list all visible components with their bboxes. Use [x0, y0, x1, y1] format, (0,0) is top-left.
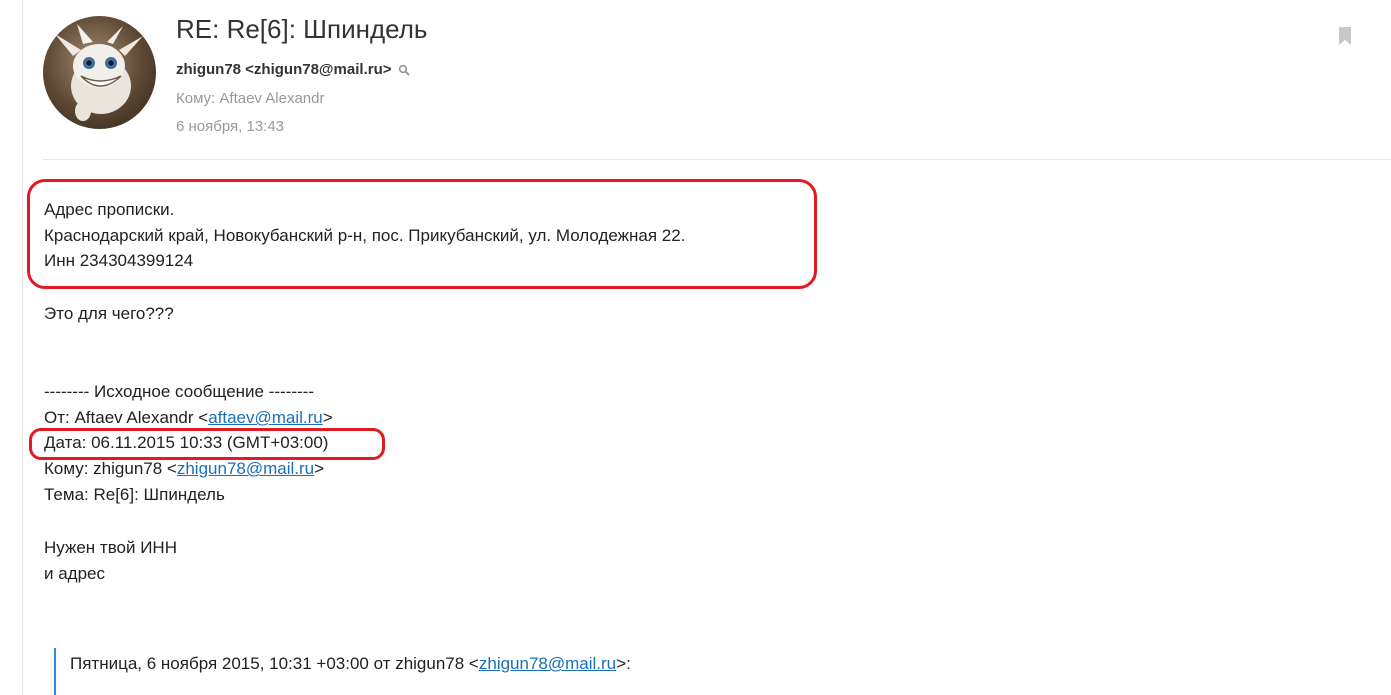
original-date-line: Дата: 06.11.2015 10:33 (GMT+03:00) [44, 433, 329, 452]
search-icon[interactable] [398, 64, 410, 76]
request-line-1: Нужен твой ИНН [44, 538, 177, 557]
to-suffix: > [314, 459, 325, 478]
message-header: RE: Re[6]: Шпиндель zhigun78 <zhigun78@m… [0, 0, 1391, 160]
from-email-link[interactable]: aftaev@mail.ru [208, 408, 323, 427]
message-subject: RE: Re[6]: Шпиндель [176, 14, 428, 44]
message-date: 6 ноября, 13:43 [176, 118, 285, 135]
to-prefix: Кому: zhigun78 < [44, 459, 177, 478]
inn-line: Инн 234304399124 [44, 251, 194, 270]
question-line: Это для чего??? [44, 304, 174, 323]
sender-name-email[interactable]: zhigun78 <zhigun78@mail.ru> [176, 61, 392, 78]
quote-email-link[interactable]: zhigun78@mail.ru [479, 654, 616, 673]
quote-bar [54, 648, 56, 695]
address-title: Адрес прописки. [44, 200, 175, 219]
original-message-separator: -------- Исходное сообщение -------- [44, 382, 314, 401]
to-email-link[interactable]: zhigun78@mail.ru [177, 459, 314, 478]
address-line: Краснодарский край, Новокубанский р-н, п… [44, 226, 686, 245]
header-divider [43, 159, 1391, 160]
quote-suffix: >: [616, 654, 631, 673]
quote-header-line: Пятница, 6 ноября 2015, 10:31 +03:00 от … [70, 651, 631, 677]
from-prefix: От: Aftaev Alexandr < [44, 408, 209, 427]
sender-line: zhigun78 <zhigun78@mail.ru> [176, 61, 410, 78]
original-to-line: Кому: zhigun78 <zhigun78@mail.ru> [44, 456, 324, 482]
quote-prefix: Пятница, 6 ноября 2015, 10:31 +03:00 от … [70, 654, 479, 673]
request-line-2: и адрес [44, 564, 106, 583]
recipient-line: Кому: Aftaev Alexandr [176, 90, 325, 107]
original-subject-line: Тема: Re[6]: Шпиндель [44, 485, 225, 504]
bookmark-icon[interactable] [1338, 27, 1352, 45]
avatar-creature-image [55, 24, 143, 121]
sender-avatar[interactable] [43, 16, 156, 129]
from-suffix: > [322, 408, 333, 427]
